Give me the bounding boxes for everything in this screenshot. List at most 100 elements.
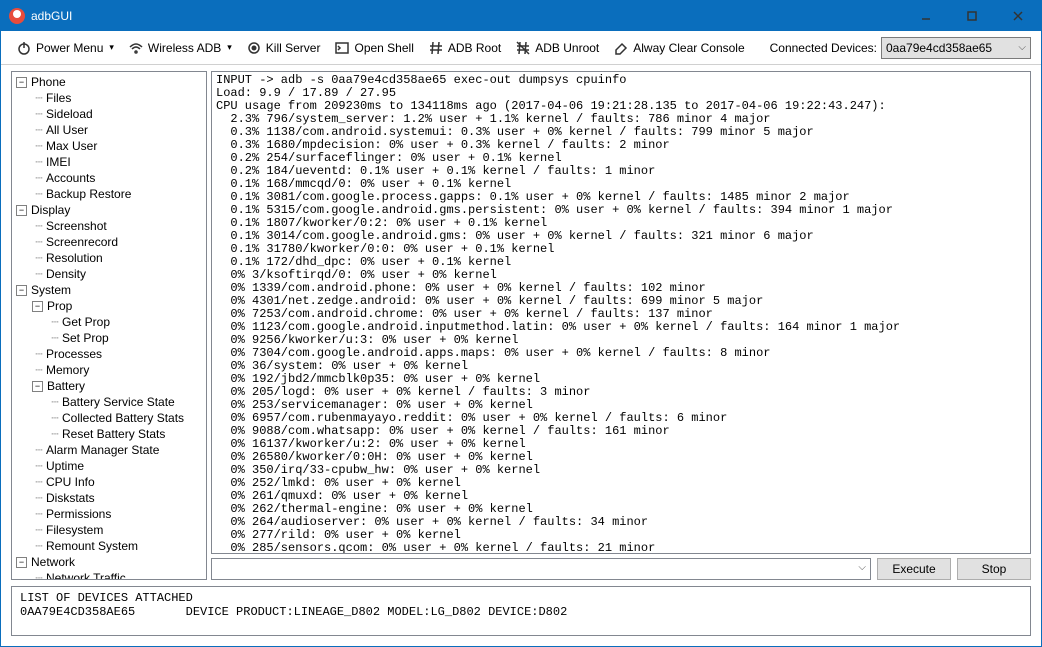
- tree-item[interactable]: Screenshot: [46, 218, 107, 234]
- wifi-icon: [128, 40, 144, 56]
- tree-item[interactable]: Remount System: [46, 538, 138, 554]
- tree-line: ┈: [32, 186, 46, 202]
- eraser-icon: [613, 40, 629, 56]
- wireless-adb-label: Wireless ADB: [148, 41, 221, 55]
- tree-item[interactable]: Get Prop: [62, 314, 110, 330]
- tree-item[interactable]: IMEI: [46, 154, 71, 170]
- tree-line: ┈: [32, 362, 46, 378]
- tree-toggle[interactable]: −: [16, 205, 27, 216]
- alway-clear-button[interactable]: Alway Clear Console: [608, 37, 749, 59]
- tree-item[interactable]: Screenrecord: [46, 234, 118, 250]
- tree-item[interactable]: Max User: [46, 138, 97, 154]
- maximize-button[interactable]: [949, 1, 995, 31]
- kill-server-button[interactable]: Kill Server: [241, 37, 326, 59]
- tree-item[interactable]: Battery Service State: [62, 394, 175, 410]
- tree-system[interactable]: System: [31, 282, 71, 298]
- tree-item[interactable]: Filesystem: [46, 522, 103, 538]
- tree-line: ┈: [48, 314, 62, 330]
- hash-off-icon: [515, 40, 531, 56]
- tree-line: ┈: [32, 522, 46, 538]
- tree-item[interactable]: Backup Restore: [46, 186, 131, 202]
- alway-clear-label: Alway Clear Console: [633, 41, 744, 55]
- tree-toggle[interactable]: −: [16, 285, 27, 296]
- tree-line: ┈: [32, 506, 46, 522]
- tree-item[interactable]: Sideload: [46, 106, 93, 122]
- tree-battery[interactable]: Battery: [47, 378, 85, 394]
- tree-toggle[interactable]: −: [16, 77, 27, 88]
- tree-item[interactable]: Collected Battery Stats: [62, 410, 184, 426]
- tree-line: ┈: [32, 538, 46, 554]
- terminal-icon: [334, 40, 350, 56]
- open-shell-label: Open Shell: [354, 41, 413, 55]
- adb-root-label: ADB Root: [448, 41, 501, 55]
- tree-line: ┈: [32, 138, 46, 154]
- tree-line: ┈: [32, 122, 46, 138]
- tree-line: ┈: [32, 266, 46, 282]
- tree-line: ┈: [32, 106, 46, 122]
- minimize-button[interactable]: [903, 1, 949, 31]
- tree-line: ┈: [32, 90, 46, 106]
- tree-line: ┈: [32, 218, 46, 234]
- connected-devices-label: Connected Devices:: [770, 41, 877, 55]
- tree-item[interactable]: Network Traffic: [46, 570, 126, 580]
- tree-display[interactable]: Display: [31, 202, 70, 218]
- tree-prop[interactable]: Prop: [47, 298, 72, 314]
- toolbar: Power Menu Wireless ADB Kill Server Open…: [1, 31, 1041, 65]
- tree-toggle[interactable]: −: [32, 301, 43, 312]
- stop-button[interactable]: Stop: [957, 558, 1031, 580]
- command-input[interactable]: ⌵: [211, 558, 871, 580]
- tree-item[interactable]: Reset Battery Stats: [62, 426, 165, 442]
- tree-item[interactable]: Alarm Manager State: [46, 442, 159, 458]
- tree-item[interactable]: Uptime: [46, 458, 84, 474]
- open-shell-button[interactable]: Open Shell: [329, 37, 418, 59]
- tree-item[interactable]: All User: [46, 122, 88, 138]
- window-title: adbGUI: [31, 9, 72, 23]
- device-selected: 0aa79e4cd358ae65: [886, 41, 992, 55]
- tree-line: ┈: [48, 330, 62, 346]
- adb-root-button[interactable]: ADB Root: [423, 37, 506, 59]
- hash-icon: [428, 40, 444, 56]
- tree-toggle[interactable]: −: [32, 381, 43, 392]
- kill-server-label: Kill Server: [266, 41, 321, 55]
- tree-item[interactable]: Density: [46, 266, 86, 282]
- console-output[interactable]: INPUT -> adb -s 0aa79e4cd358ae65 exec-ou…: [211, 71, 1031, 554]
- tree-line: ┈: [32, 234, 46, 250]
- tree-item[interactable]: Resolution: [46, 250, 103, 266]
- tree-line: ┈: [48, 426, 62, 442]
- tree-item[interactable]: Processes: [46, 346, 102, 362]
- wireless-adb-button[interactable]: Wireless ADB: [123, 37, 237, 59]
- tree-item[interactable]: Memory: [46, 362, 89, 378]
- tree-line: ┈: [32, 346, 46, 362]
- adb-unroot-label: ADB Unroot: [535, 41, 599, 55]
- chevron-down-icon: ⌵: [858, 562, 866, 573]
- tree-item[interactable]: Permissions: [46, 506, 111, 522]
- tree-line: ┈: [48, 410, 62, 426]
- tree-line: ┈: [32, 570, 46, 580]
- sidebar-tree[interactable]: −Phone┈Files┈Sideload┈All User┈Max User┈…: [11, 71, 207, 580]
- tree-line: ┈: [32, 154, 46, 170]
- tree-phone[interactable]: Phone: [31, 74, 66, 90]
- tree-item[interactable]: Set Prop: [62, 330, 109, 346]
- status-bar: LIST OF DEVICES ATTACHED 0AA79E4CD358AE6…: [11, 586, 1031, 636]
- power-menu-button[interactable]: Power Menu: [11, 37, 119, 59]
- tree-item[interactable]: CPU Info: [46, 474, 95, 490]
- tree-item[interactable]: Diskstats: [46, 490, 95, 506]
- chevron-down-icon: ⌵: [1018, 42, 1026, 53]
- tree-line: ┈: [32, 170, 46, 186]
- tree-line: ┈: [32, 474, 46, 490]
- close-button[interactable]: [995, 1, 1041, 31]
- power-icon: [16, 40, 32, 56]
- tree-item[interactable]: Accounts: [46, 170, 95, 186]
- tree-line: ┈: [32, 490, 46, 506]
- tree-line: ┈: [32, 250, 46, 266]
- execute-button[interactable]: Execute: [877, 558, 951, 580]
- tree-item[interactable]: Files: [46, 90, 71, 106]
- adb-unroot-button[interactable]: ADB Unroot: [510, 37, 604, 59]
- tree-network[interactable]: Network: [31, 554, 75, 570]
- tree-line: ┈: [48, 394, 62, 410]
- tree-toggle[interactable]: −: [16, 557, 27, 568]
- tree-line: ┈: [32, 442, 46, 458]
- record-icon: [246, 40, 262, 56]
- device-select[interactable]: 0aa79e4cd358ae65 ⌵: [881, 37, 1031, 59]
- app-icon: [9, 8, 25, 24]
